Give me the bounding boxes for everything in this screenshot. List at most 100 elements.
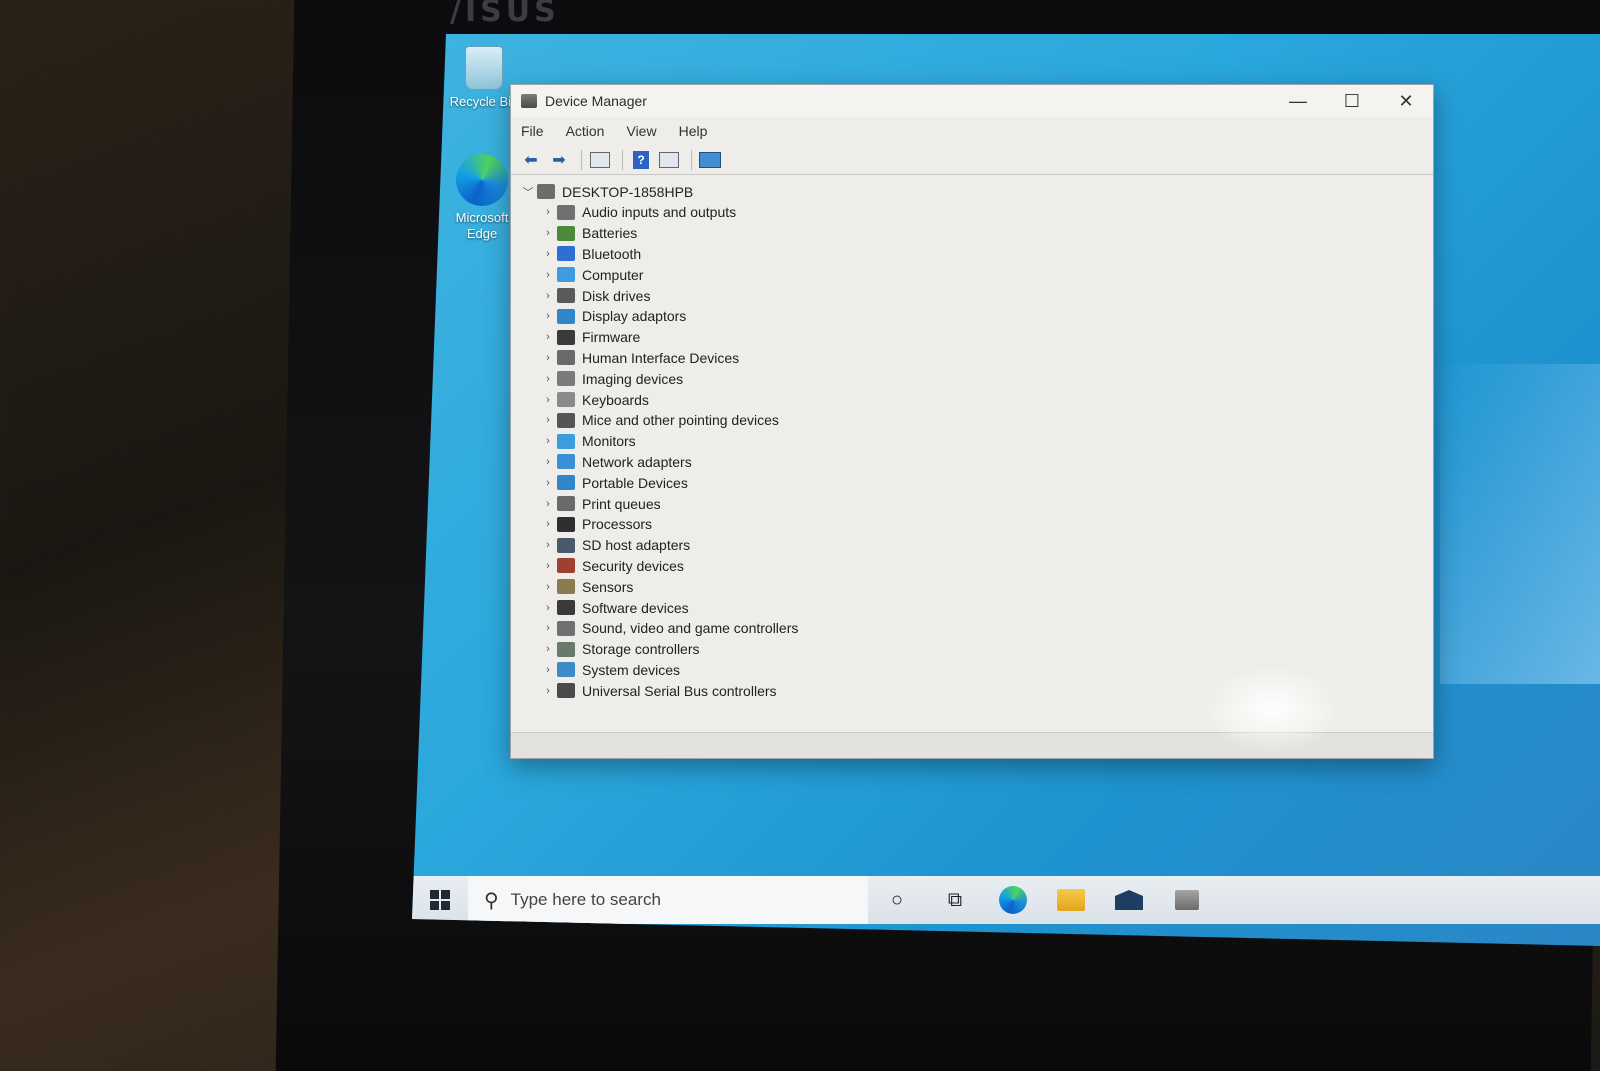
chevron-right-icon[interactable]: › [539,206,557,218]
close-button[interactable]: ✕ [1379,85,1433,117]
menu-bar: File Action View Help [511,117,1433,145]
chevron-right-icon[interactable]: › [539,477,557,489]
chevron-right-icon[interactable]: › [539,414,557,426]
menu-help[interactable]: Help [679,123,708,139]
recycle-bin-icon [465,46,503,90]
light-glare [1202,664,1342,754]
file-explorer-icon [1057,889,1085,911]
chevron-right-icon[interactable]: › [539,227,557,239]
taskbar-edge[interactable] [984,876,1042,924]
chevron-right-icon[interactable]: › [539,456,557,468]
tree-item[interactable]: › SD host adapters [539,535,1433,556]
tree-item-label: Sound, video and game controllers [582,620,799,637]
menu-file[interactable]: File [521,123,544,139]
taskbar-mail[interactable] [1100,876,1158,924]
tree-item-label: Keyboards [582,391,649,408]
tree-item[interactable]: › Monitors [539,431,1433,452]
chevron-right-icon[interactable]: › [539,310,557,322]
chevron-right-icon[interactable]: › [539,664,557,676]
taskbar-search[interactable]: ⚲ Type here to search [468,876,868,924]
monitor-icon[interactable] [698,149,722,171]
tree-item[interactable]: › Mice and other pointing devices [539,410,1433,431]
chevron-right-icon[interactable]: › [539,518,557,530]
edge-icon [456,154,508,206]
start-button[interactable] [412,876,468,924]
chevron-right-icon[interactable]: › [539,602,557,614]
help-icon[interactable]: ? [629,149,653,171]
chevron-right-icon[interactable]: › [539,248,557,260]
chevron-right-icon[interactable]: › [539,394,557,406]
forward-icon[interactable]: ➡ [547,149,571,171]
view-icon[interactable] [657,149,681,171]
chevron-right-icon[interactable]: › [539,373,557,385]
tree-item-label: Disk drives [582,287,651,304]
device-category-icon [557,329,575,345]
chevron-right-icon[interactable]: › [539,643,557,655]
tree-item[interactable]: › Software devices [539,597,1433,618]
toolbar-separator [622,149,623,170]
maximize-button[interactable]: ☐ [1325,85,1379,117]
device-category-icon [557,225,575,241]
chevron-right-icon[interactable]: › [539,560,557,572]
taskbar: ⚲ Type here to search ○ ⧉ [412,876,1600,924]
properties-icon[interactable] [588,149,612,171]
tree-item-label: Processors [582,516,653,533]
back-icon[interactable]: ⬅ [519,149,543,171]
tree-item[interactable]: › Batteries [539,223,1433,244]
tree-item[interactable]: › Storage controllers [539,639,1433,660]
tree-item-label: Bluetooth [582,245,642,262]
screen: Recycle Bin Microsoft Edge Device Manage… [412,34,1600,946]
tree-item[interactable]: › Sound, video and game controllers [539,618,1433,639]
tree-item-label: Security devices [582,557,684,574]
cortana-icon[interactable]: ○ [868,876,926,924]
chevron-right-icon[interactable]: › [539,352,557,364]
menu-view[interactable]: View [626,123,656,139]
chevron-right-icon[interactable]: › [539,290,557,302]
tree-item[interactable]: › Security devices [539,556,1433,577]
chevron-right-icon[interactable]: › [539,685,557,697]
device-category-icon [557,600,575,616]
tree-item[interactable]: › Portable Devices [539,472,1433,493]
taskbar-device-manager[interactable] [1158,876,1216,924]
tree-item-label: SD host adapters [582,537,691,554]
chevron-down-icon[interactable]: ﹀ [519,184,537,200]
device-category-icon [557,516,575,532]
chevron-right-icon[interactable]: › [539,331,557,343]
tree-item[interactable]: › Keyboards [539,389,1433,410]
title-bar[interactable]: Device Manager — ☐ ✕ [511,85,1433,117]
tree-item[interactable]: › Bluetooth [539,244,1433,265]
device-category-icon [557,683,575,699]
tree-item[interactable]: › Audio inputs and outputs [539,202,1433,223]
chevron-right-icon[interactable]: › [539,498,557,510]
chevron-right-icon[interactable]: › [539,435,557,447]
tree-item[interactable]: › Firmware [539,327,1433,348]
device-category-icon [557,308,575,324]
tree-item[interactable]: › Processors [539,514,1433,535]
minimize-button[interactable]: — [1271,85,1325,117]
chevron-right-icon[interactable]: › [539,269,557,281]
tree-item[interactable]: › Human Interface Devices [539,348,1433,369]
chevron-right-icon[interactable]: › [539,539,557,551]
wallpaper-windows-logo [1440,364,1600,684]
tree-item[interactable]: › Disk drives [539,285,1433,306]
device-category-icon [557,267,575,283]
chevron-right-icon[interactable]: › [539,622,557,634]
device-category-icon [557,412,575,428]
tree-item-label: Monitors [582,433,636,450]
tree-root[interactable]: ﹀ DESKTOP-1858HPB [519,181,1433,202]
tree-item[interactable]: › Computer [539,264,1433,285]
tree-item-label: Batteries [582,225,638,242]
tree-item[interactable]: › Imaging devices [539,368,1433,389]
task-view-icon[interactable]: ⧉ [926,876,984,924]
tree-item[interactable]: › Network adapters [539,452,1433,473]
desktop-icon-label: Recycle Bin [449,94,519,109]
tree-item-label: Human Interface Devices [582,349,740,366]
tree-item[interactable]: › Print queues [539,493,1433,514]
tree-item[interactable]: › Sensors [539,576,1433,597]
tree-item[interactable]: › Display adaptors [539,306,1433,327]
taskbar-file-explorer[interactable] [1042,876,1100,924]
chevron-right-icon[interactable]: › [539,581,557,593]
device-category-icon [557,641,575,657]
mail-icon [1115,890,1143,910]
menu-action[interactable]: Action [566,123,605,139]
